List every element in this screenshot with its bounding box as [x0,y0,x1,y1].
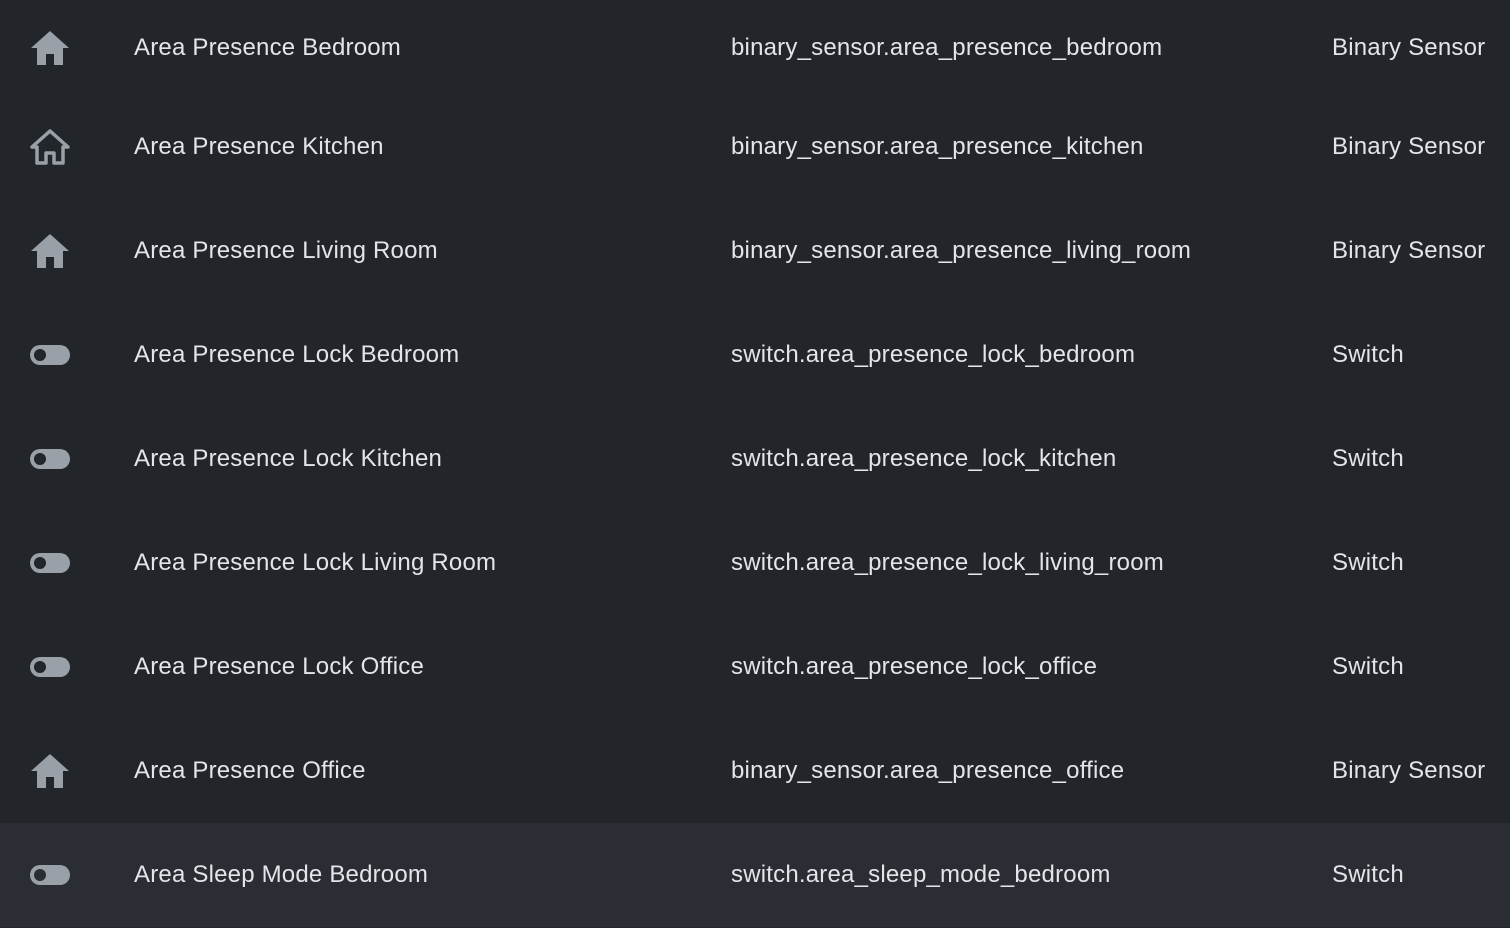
entity-name: Area Presence Lock Office [134,653,425,680]
toggle-switch-off-icon [28,511,72,615]
entity-name: Area Presence Kitchen [134,133,384,160]
entity-name: Area Presence Lock Kitchen [134,445,443,472]
entity-id: switch.area_sleep_mode_bedroom [731,861,1111,888]
table-row[interactable]: Area Presence Lock Kitchen switch.area_p… [0,407,1510,511]
home-outline-icon [28,95,72,199]
entity-id: switch.area_presence_lock_living_room [731,549,1164,576]
entity-id: switch.area_presence_lock_kitchen [731,445,1117,472]
entity-domain: Switch [1332,861,1404,888]
entity-domain: Switch [1332,341,1404,368]
entity-id: binary_sensor.area_presence_office [731,757,1125,784]
entity-id: switch.area_presence_lock_bedroom [731,341,1136,368]
entity-domain: Switch [1332,445,1404,472]
entity-name: Area Sleep Mode Bedroom [134,861,429,888]
home-icon [28,0,72,95]
entity-name: Area Presence Lock Bedroom [134,341,460,368]
toggle-switch-off-icon [28,615,72,719]
entity-name: Area Presence Living Room [134,237,438,264]
entity-domain: Binary Sensor [1332,237,1486,264]
entity-domain: Switch [1332,653,1404,680]
entity-name: Area Presence Office [134,757,366,784]
entity-id: binary_sensor.area_presence_bedroom [731,33,1163,61]
table-row[interactable]: Area Presence Kitchen binary_sensor.area… [0,95,1510,199]
table-row[interactable]: Area Presence Living Room binary_sensor.… [0,199,1510,303]
entity-domain: Binary Sensor [1332,133,1486,160]
entity-id: binary_sensor.area_presence_kitchen [731,133,1144,160]
toggle-switch-off-icon [28,407,72,511]
table-row[interactable]: Area Presence Lock Living Room switch.ar… [0,511,1510,615]
home-icon [28,199,72,303]
table-row[interactable]: Area Presence Lock Bedroom switch.area_p… [0,303,1510,407]
entity-id: switch.area_presence_lock_office [731,653,1098,680]
table-row[interactable]: Area Presence Office binary_sensor.area_… [0,719,1510,823]
table-row[interactable]: Area Presence Lock Office switch.area_pr… [0,615,1510,719]
entity-name: Area Presence Bedroom [134,33,402,61]
table-row[interactable]: Area Sleep Mode Bedroom switch.area_slee… [0,823,1510,927]
entity-name: Area Presence Lock Living Room [134,549,497,576]
entity-domain: Binary Sensor [1332,33,1486,61]
table-row[interactable]: Area Presence Bedroom binary_sensor.area… [0,0,1510,95]
entity-domain: Switch [1332,549,1404,576]
entity-id: binary_sensor.area_presence_living_room [731,237,1192,264]
toggle-switch-off-icon [28,303,72,407]
toggle-switch-off-icon [28,823,72,927]
entity-domain: Binary Sensor [1332,757,1486,784]
home-icon [28,719,72,823]
entity-table: Area Presence Bedroom binary_sensor.area… [0,0,1510,928]
